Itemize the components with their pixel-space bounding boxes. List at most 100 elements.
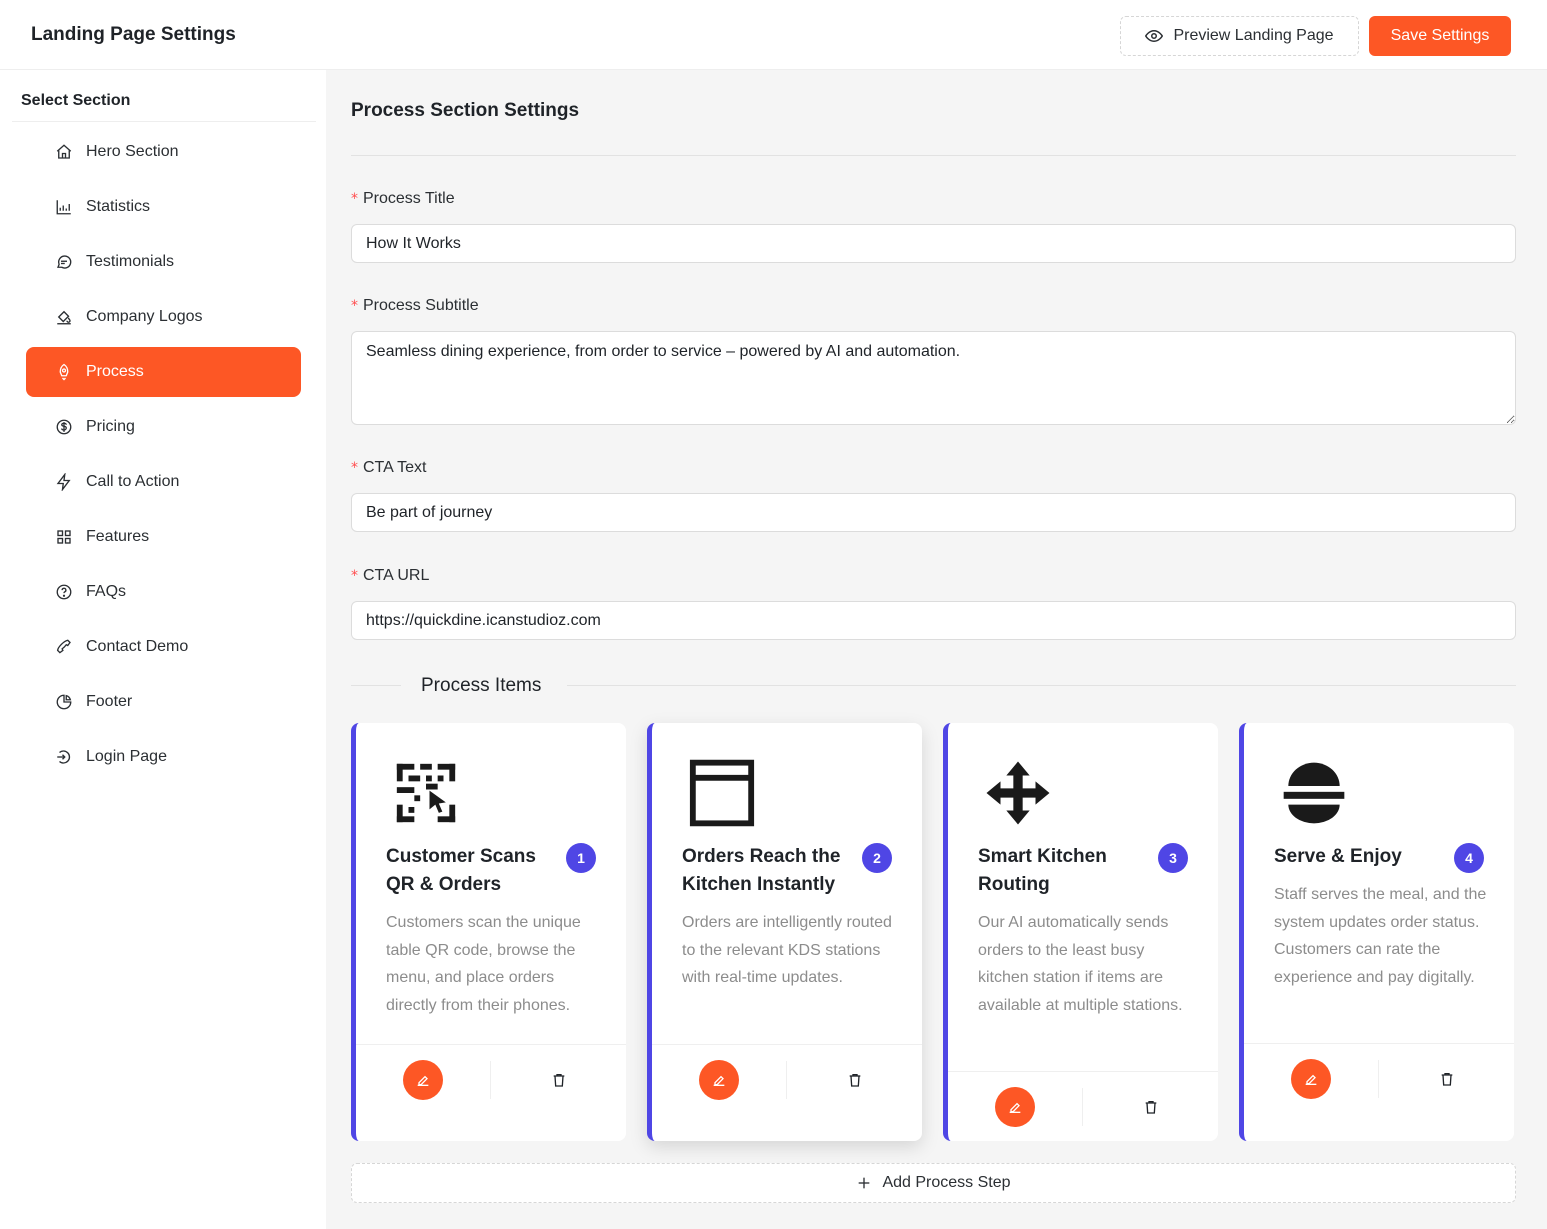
sidebar-item-features[interactable]: Features bbox=[26, 512, 301, 562]
paint-bucket-icon bbox=[57, 310, 71, 325]
sidebar-item-faqs[interactable]: FAQs bbox=[26, 567, 301, 617]
sidebar-item-label: Hero Section bbox=[86, 143, 179, 160]
cta-text-input[interactable] bbox=[351, 493, 1516, 532]
sidebar-item-label: Call to Action bbox=[86, 473, 180, 490]
page-title: Landing Page Settings bbox=[31, 24, 236, 45]
pie-chart-icon bbox=[56, 694, 72, 710]
preview-label: Preview Landing Page bbox=[1173, 27, 1334, 44]
process-item-title: Smart Kitchen Routing bbox=[978, 846, 1107, 895]
sidebar-item-process[interactable]: Process bbox=[26, 347, 301, 397]
grid-icon bbox=[57, 530, 71, 544]
sidebar-item-label: Testimonials bbox=[86, 253, 175, 270]
process-item-card: Customer Scans QR & Orders 1 Customers s… bbox=[351, 723, 626, 1141]
burger-icon bbox=[1279, 758, 1349, 828]
step-number-badge: 1 bbox=[566, 843, 596, 873]
cta-text-label: * CTA Text bbox=[351, 459, 427, 476]
add-process-step-button[interactable]: Add Process Step bbox=[351, 1163, 1516, 1203]
card-action-separator bbox=[490, 1061, 491, 1099]
qr-scan-icon bbox=[391, 758, 461, 828]
sidebar-item-login-page[interactable]: Login Page bbox=[26, 732, 301, 782]
process-subtitle-textarea[interactable]: Seamless dining experience, from order t… bbox=[351, 331, 1516, 425]
sidebar-item-pricing[interactable]: Pricing bbox=[26, 402, 301, 452]
sidebar-item-label: FAQs bbox=[86, 583, 127, 600]
trash-icon bbox=[1441, 1073, 1453, 1086]
section-divider bbox=[351, 155, 1516, 156]
top-header: Landing Page Settings Preview Landing Pa… bbox=[0, 0, 1547, 70]
dollar-circle-icon bbox=[56, 419, 72, 435]
sidebar-title: Select Section bbox=[21, 92, 131, 109]
sidebar-item-footer[interactable]: Footer bbox=[26, 677, 301, 727]
sidebar-item-label: Login Page bbox=[86, 748, 167, 765]
login-icon bbox=[57, 750, 71, 764]
process-title-input[interactable] bbox=[351, 224, 1516, 263]
process-item-title: Customer Scans QR & Orders bbox=[386, 846, 536, 895]
process-item-card: Orders Reach the Kitchen Instantly 2 Ord… bbox=[647, 723, 922, 1141]
pencil-icon bbox=[1009, 1102, 1021, 1113]
process-title-label: * Process Title bbox=[351, 190, 455, 207]
process-item-description: Staff serves the meal, and the system up… bbox=[1274, 886, 1487, 986]
sidebar-item-label: Company Logos bbox=[86, 308, 203, 325]
delete-process-item-button[interactable] bbox=[1139, 1095, 1163, 1119]
section-title: Process Section Settings bbox=[351, 100, 580, 121]
step-number-badge: 2 bbox=[862, 843, 892, 873]
add-step-label: Add Process Step bbox=[882, 1174, 1011, 1191]
save-settings-button[interactable]: Save Settings bbox=[1369, 16, 1511, 56]
process-item-description: Customers scan the unique table QR code,… bbox=[386, 914, 581, 1014]
lightning-icon bbox=[56, 473, 71, 491]
sidebar-item-testimonials[interactable]: Testimonials bbox=[26, 237, 301, 287]
process-subtitle-label: * Process Subtitle bbox=[351, 297, 479, 314]
required-asterisk: * bbox=[351, 191, 358, 207]
pencil-icon bbox=[1305, 1074, 1317, 1085]
items-divider-right bbox=[567, 685, 1516, 686]
process-item-title: Orders Reach the Kitchen Instantly bbox=[682, 846, 841, 895]
sidebar: Select Section Hero Section Statistics T… bbox=[0, 70, 326, 1229]
step-number-badge: 3 bbox=[1158, 843, 1188, 873]
edit-process-item-button[interactable] bbox=[1291, 1059, 1331, 1099]
window-icon bbox=[687, 758, 757, 828]
sidebar-item-label: Features bbox=[86, 528, 150, 545]
sidebar-item-label: Process bbox=[86, 363, 144, 380]
edit-process-item-button[interactable] bbox=[403, 1060, 443, 1100]
sidebar-item-hero-section[interactable]: Hero Section bbox=[26, 127, 301, 177]
card-footer-divider bbox=[652, 1044, 922, 1045]
sidebar-item-label: Pricing bbox=[86, 418, 135, 435]
home-icon bbox=[56, 144, 72, 159]
plus-icon bbox=[859, 1177, 870, 1189]
process-item-card: Smart Kitchen Routing 3 Our AI automatic… bbox=[943, 723, 1218, 1141]
main-content: Process Section Settings * Process Title … bbox=[326, 70, 1547, 1229]
sidebar-item-label: Footer bbox=[86, 693, 133, 710]
card-footer-divider bbox=[948, 1071, 1218, 1072]
card-action-separator bbox=[786, 1061, 787, 1099]
items-divider-left bbox=[351, 685, 401, 686]
chat-icon bbox=[57, 255, 72, 269]
cta-url-input[interactable] bbox=[351, 601, 1516, 640]
cta-url-label: * CTA URL bbox=[351, 567, 430, 584]
process-item-card: Serve & Enjoy 4 Staff serves the meal, a… bbox=[1239, 723, 1514, 1141]
edit-process-item-button[interactable] bbox=[699, 1060, 739, 1100]
eye-icon bbox=[1145, 29, 1164, 43]
edit-process-item-button[interactable] bbox=[995, 1087, 1035, 1127]
process-item-description: Our AI automatically sends orders to the… bbox=[978, 914, 1183, 1014]
question-circle-icon bbox=[56, 584, 72, 600]
rocket-icon bbox=[59, 363, 69, 381]
card-footer-divider bbox=[1244, 1043, 1514, 1044]
process-item-title: Serve & Enjoy bbox=[1274, 846, 1402, 867]
sidebar-item-company-logos[interactable]: Company Logos bbox=[26, 292, 301, 342]
preview-landing-page-button[interactable]: Preview Landing Page bbox=[1120, 16, 1359, 56]
process-items-title: Process Items bbox=[421, 675, 542, 696]
step-number-badge: 4 bbox=[1454, 843, 1484, 873]
required-asterisk: * bbox=[351, 568, 358, 584]
sidebar-item-call-to-action[interactable]: Call to Action bbox=[26, 457, 301, 507]
pencil-icon bbox=[713, 1075, 725, 1086]
delete-process-item-button[interactable] bbox=[547, 1068, 571, 1092]
delete-process-item-button[interactable] bbox=[1435, 1067, 1459, 1091]
sidebar-item-statistics[interactable]: Statistics bbox=[26, 182, 301, 232]
delete-process-item-button[interactable] bbox=[843, 1068, 867, 1092]
bar-chart-icon bbox=[56, 200, 71, 215]
trash-icon bbox=[849, 1074, 861, 1087]
card-action-separator bbox=[1378, 1060, 1379, 1098]
sidebar-item-contact-demo[interactable]: Contact Demo bbox=[26, 622, 301, 672]
process-item-description: Orders are intelligently routed to the r… bbox=[682, 914, 892, 986]
sidebar-item-label: Statistics bbox=[86, 198, 151, 215]
trash-icon bbox=[1145, 1101, 1157, 1114]
